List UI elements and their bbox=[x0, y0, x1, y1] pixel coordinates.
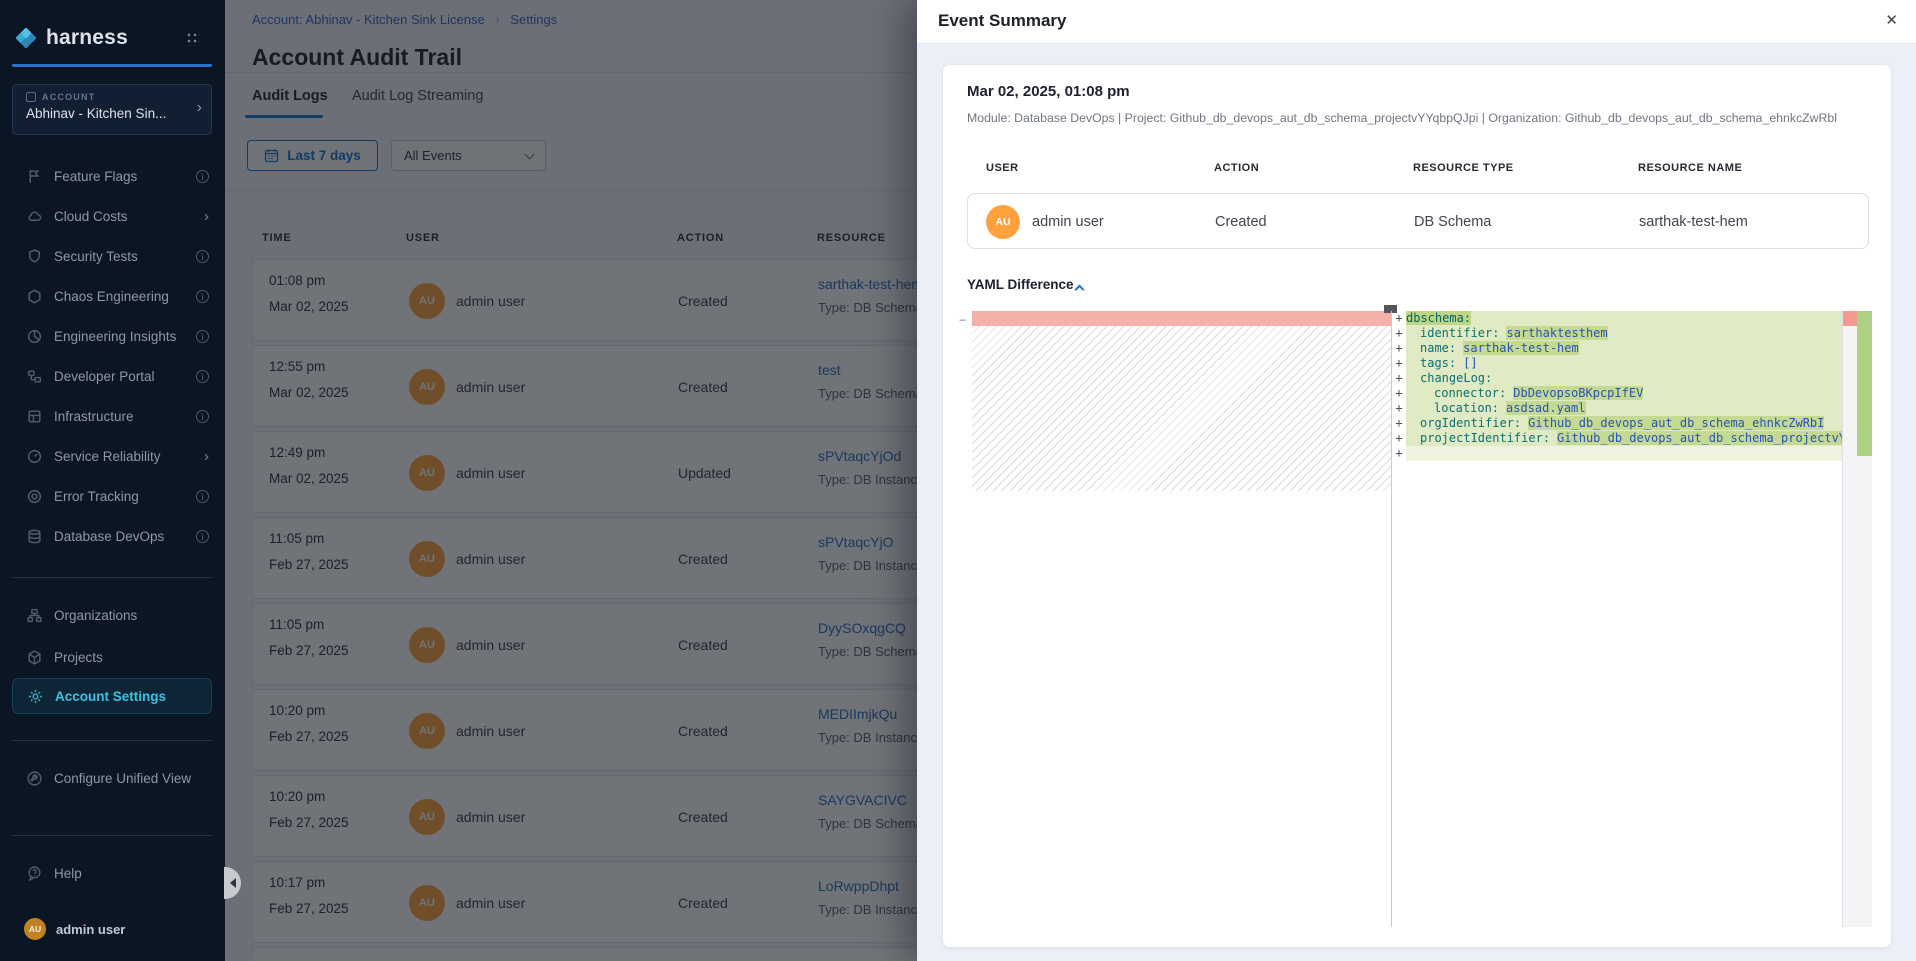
yaml-line: + dbschema: bbox=[1392, 311, 1842, 326]
yaml-diff-viewer: − + dbschema: + identifier:sarthaktes bbox=[967, 311, 1872, 927]
pie-chart-icon bbox=[26, 328, 43, 345]
sidebar-item-service-reliability[interactable]: Service Reliability bbox=[0, 436, 225, 476]
diff-empty-hatch bbox=[972, 326, 1391, 491]
brand-underline bbox=[12, 64, 212, 67]
account-selector[interactable]: ACCOUNT Abhinav - Kitchen Sin... bbox=[12, 84, 212, 135]
sidebar-item-cloud-costs[interactable]: Cloud Costs bbox=[0, 196, 225, 236]
divider bbox=[12, 835, 212, 836]
harness-logo-icon bbox=[14, 26, 38, 50]
sidebar-item-security-tests[interactable]: Security Tests bbox=[0, 236, 225, 276]
org-tree-icon bbox=[26, 607, 43, 624]
diff-removed-line bbox=[972, 311, 1391, 326]
sidebar-item-database-devops[interactable]: Database DevOps bbox=[0, 516, 225, 556]
gauge-icon bbox=[26, 448, 43, 465]
event-row: AU admin user Created DB Schema sarthak-… bbox=[967, 193, 1869, 249]
info-icon[interactable] bbox=[196, 530, 209, 543]
event-context: Module: Database DevOps | Project: Githu… bbox=[967, 111, 1867, 125]
event-user: admin user bbox=[1032, 214, 1104, 230]
diff-added-pane: + dbschema: + identifier:sarthaktesthem … bbox=[1392, 311, 1842, 476]
sidebar-user-menu[interactable]: AU admin user bbox=[0, 912, 225, 946]
avatar: AU bbox=[24, 918, 46, 940]
info-icon[interactable] bbox=[196, 170, 209, 183]
cloud-icon bbox=[26, 208, 43, 225]
chevron-right-icon bbox=[197, 99, 202, 117]
gear-icon bbox=[27, 688, 44, 705]
sidebar-item-account-settings[interactable]: Account Settings bbox=[12, 678, 212, 714]
app-switcher-icon[interactable] bbox=[185, 31, 200, 46]
yaml-line: + identifier:sarthaktesthem bbox=[1392, 326, 1842, 341]
chevron-left-icon bbox=[230, 878, 236, 888]
blocks-icon bbox=[26, 408, 43, 425]
chevron-right-icon bbox=[204, 210, 209, 223]
yaml-line: + orgIdentifier:Github_db_devops_aut_db_… bbox=[1392, 416, 1842, 431]
hexagon-icon bbox=[26, 288, 43, 305]
sidebar-item-help[interactable]: Help bbox=[0, 853, 225, 893]
account-icon bbox=[26, 92, 36, 102]
yaml-line: + projectIdentifier:Github_db_devops_aut… bbox=[1392, 431, 1842, 446]
yaml-line: + connector:DbDevopsoBKpcpIfEV bbox=[1392, 386, 1842, 401]
sidebar-item-developer-portal[interactable]: Developer Portal bbox=[0, 356, 225, 396]
info-icon[interactable] bbox=[196, 290, 209, 303]
event-resource-name: sarthak-test-hem bbox=[1639, 214, 1748, 230]
screen: harness ACCOUNT Abhinav - Kitchen Sin...… bbox=[0, 0, 1916, 961]
drawer-title: Event Summary bbox=[938, 11, 1067, 31]
removed-line-marker: − bbox=[959, 313, 966, 327]
drawer-header: Event Summary ✕ bbox=[917, 0, 1916, 44]
yaml-line: + name:sarthak-test-hem bbox=[1392, 341, 1842, 356]
diff-minimap-removed bbox=[1843, 311, 1857, 326]
diff-minimap-added bbox=[1857, 311, 1872, 456]
chevron-right-icon bbox=[204, 450, 209, 463]
sidebar-item-organizations[interactable]: Organizations bbox=[0, 595, 225, 635]
sidebar-item-projects[interactable]: Projects bbox=[0, 637, 225, 677]
user-name: admin user bbox=[56, 922, 125, 937]
brand-name: harness bbox=[46, 26, 128, 50]
target-icon bbox=[26, 488, 43, 505]
help-icon bbox=[26, 865, 43, 882]
sidebar-item-configure-unified-view[interactable]: Configure Unified View bbox=[0, 758, 225, 798]
event-action: Created bbox=[1215, 214, 1267, 230]
divider bbox=[12, 740, 212, 741]
sidebar-item-infrastructure[interactable]: Infrastructure bbox=[0, 396, 225, 436]
chevron-up-icon[interactable] bbox=[1075, 285, 1085, 295]
avatar: AU bbox=[986, 205, 1020, 239]
sidebar-item-feature-flags[interactable]: Feature Flags bbox=[0, 156, 225, 196]
yaml-line: + changeLog: bbox=[1392, 371, 1842, 386]
sidebar: harness ACCOUNT Abhinav - Kitchen Sin...… bbox=[0, 0, 225, 961]
info-icon[interactable] bbox=[196, 330, 209, 343]
account-name: Abhinav - Kitchen Sin... bbox=[26, 106, 185, 121]
sidebar-item-error-tracking[interactable]: Error Tracking bbox=[0, 476, 225, 516]
column-header-user: USER bbox=[986, 162, 1019, 174]
shield-icon bbox=[26, 248, 43, 265]
info-icon[interactable] bbox=[196, 370, 209, 383]
column-header-action: ACTION bbox=[1214, 162, 1259, 174]
info-icon[interactable] bbox=[196, 250, 209, 263]
info-icon[interactable] bbox=[196, 490, 209, 503]
cube-icon bbox=[26, 649, 43, 666]
wrench-icon bbox=[26, 770, 43, 787]
event-resource-type: DB Schema bbox=[1414, 214, 1491, 230]
column-header-resource-type: RESOURCE TYPE bbox=[1413, 162, 1514, 174]
database-icon bbox=[26, 528, 43, 545]
divider bbox=[12, 577, 212, 578]
event-summary-drawer: Event Summary ✕ Mar 02, 2025, 01:08 pm M… bbox=[917, 0, 1916, 961]
sidebar-item-engineering-insights[interactable]: Engineering Insights bbox=[0, 316, 225, 356]
event-card: Mar 02, 2025, 01:08 pm Module: Database … bbox=[942, 64, 1892, 948]
info-icon[interactable] bbox=[196, 410, 209, 423]
account-label: ACCOUNT bbox=[42, 92, 95, 102]
sidebar-item-chaos-engineering[interactable]: Chaos Engineering bbox=[0, 276, 225, 316]
flag-icon bbox=[26, 168, 43, 185]
yaml-line: + tags:[] bbox=[1392, 356, 1842, 371]
workflow-icon bbox=[26, 368, 43, 385]
yaml-difference-toggle[interactable]: YAML Difference bbox=[967, 277, 1074, 292]
column-header-resource-name: RESOURCE NAME bbox=[1638, 162, 1742, 174]
brand-row: harness bbox=[14, 22, 212, 54]
close-icon[interactable]: ✕ bbox=[1885, 12, 1898, 30]
yaml-line: + bbox=[1392, 446, 1842, 461]
event-timestamp: Mar 02, 2025, 01:08 pm bbox=[967, 83, 1130, 100]
yaml-line: + location:asdsad.yaml bbox=[1392, 401, 1842, 416]
